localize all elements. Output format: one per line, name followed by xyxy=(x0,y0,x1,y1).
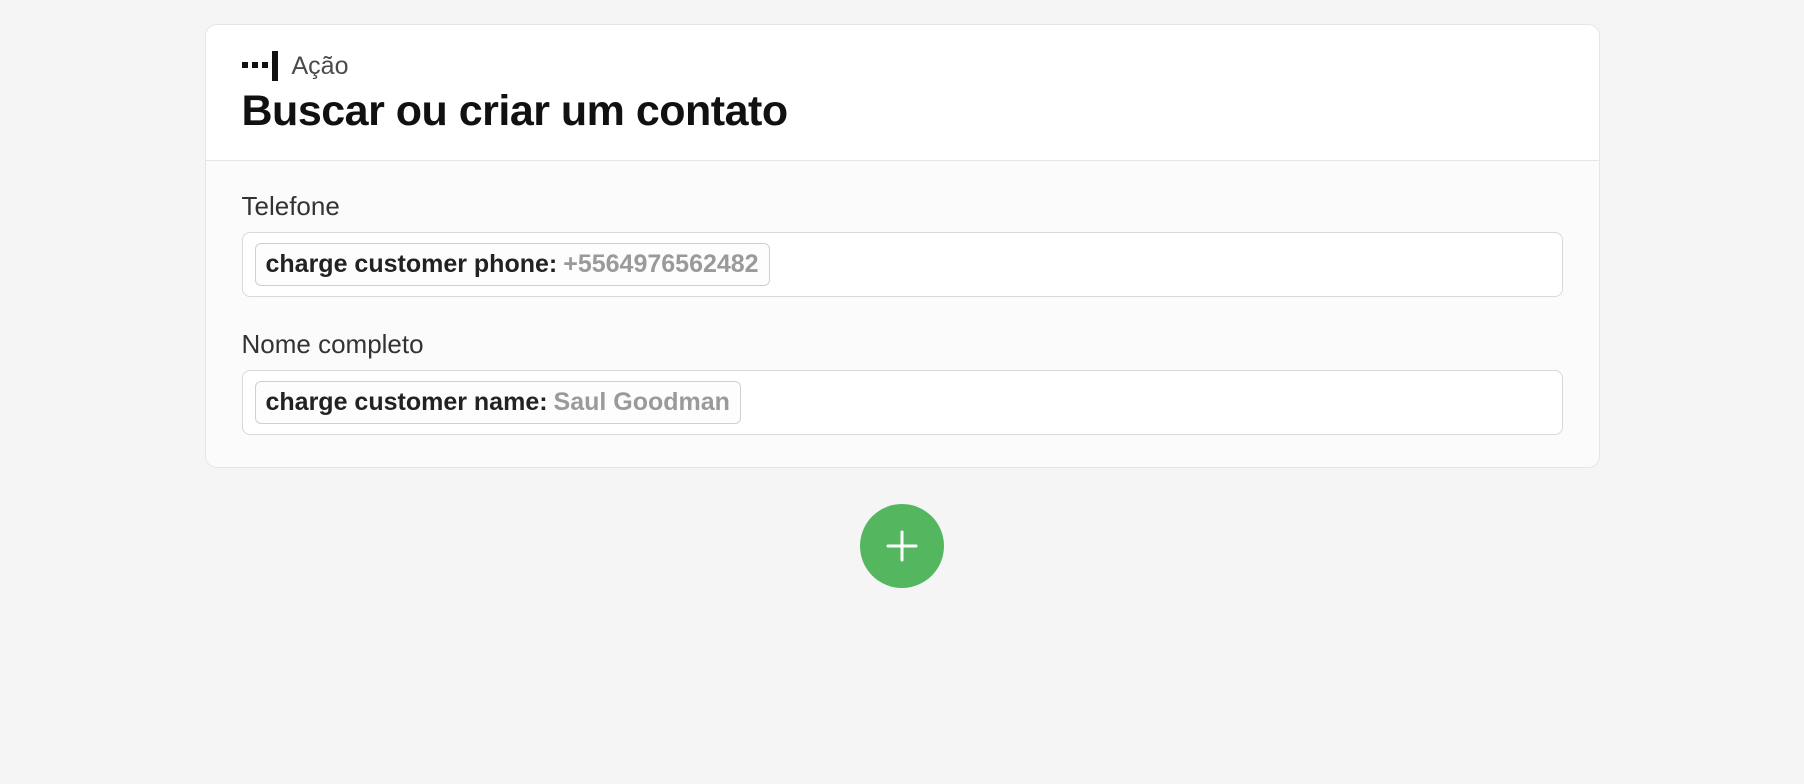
phone-token-label: charge customer phone: xyxy=(266,250,558,279)
name-input[interactable]: charge customer name: Saul Goodman xyxy=(242,370,1563,435)
name-token-value: Saul Goodman xyxy=(554,388,730,417)
add-button[interactable] xyxy=(860,504,944,588)
phone-input[interactable]: charge customer phone: +5564976562482 xyxy=(242,232,1563,297)
action-flow-icon xyxy=(242,51,278,81)
phone-label: Telefone xyxy=(242,191,1563,222)
card-body: Telefone charge customer phone: +5564976… xyxy=(206,161,1599,467)
phone-token[interactable]: charge customer phone: +5564976562482 xyxy=(255,243,770,286)
plus-icon xyxy=(882,526,922,566)
action-card: Ação Buscar ou criar um contato Telefone… xyxy=(205,24,1600,468)
field-phone: Telefone charge customer phone: +5564976… xyxy=(242,191,1563,297)
field-name: Nome completo charge customer name: Saul… xyxy=(242,329,1563,435)
eyebrow-text: Ação xyxy=(292,52,349,81)
action-eyebrow: Ação xyxy=(242,51,1563,81)
card-header: Ação Buscar ou criar um contato xyxy=(206,25,1599,161)
name-token[interactable]: charge customer name: Saul Goodman xyxy=(255,381,741,424)
phone-token-value: +5564976562482 xyxy=(563,250,758,279)
card-title: Buscar ou criar um contato xyxy=(242,87,1563,136)
name-label: Nome completo xyxy=(242,329,1563,360)
name-token-label: charge customer name: xyxy=(266,388,548,417)
